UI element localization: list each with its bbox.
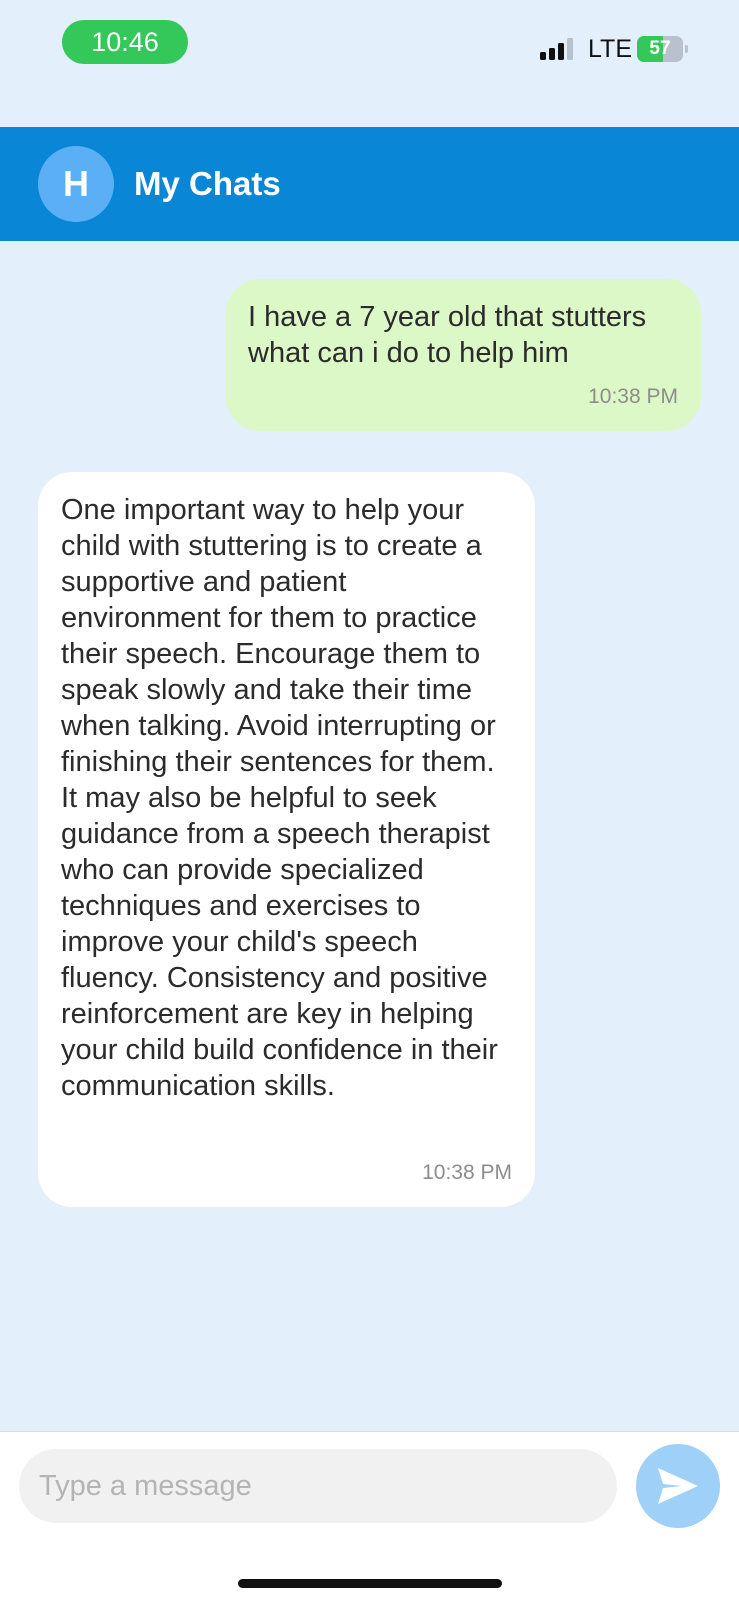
send-button[interactable] bbox=[636, 1444, 720, 1528]
status-bar: 10:46 LTE 57 bbox=[0, 0, 739, 126]
message-timestamp: 10:38 PM bbox=[422, 1161, 512, 1184]
user-message-bubble: I have a 7 year old that stutters what c… bbox=[226, 279, 701, 431]
bot-message-bubble: One important way to help your child wit… bbox=[38, 472, 535, 1207]
status-time[interactable]: 10:46 bbox=[62, 20, 188, 64]
chat-screen: 10:46 LTE 57 H My Chats I have a 7 year … bbox=[0, 0, 739, 1600]
network-label: LTE bbox=[588, 35, 632, 63]
message-list[interactable]: I have a 7 year old that stutters what c… bbox=[0, 241, 739, 1431]
page-title: My Chats bbox=[134, 165, 281, 202]
app-header: H My Chats bbox=[0, 127, 739, 241]
home-indicator[interactable] bbox=[238, 1579, 502, 1588]
message-text: One important way to help your child wit… bbox=[61, 494, 498, 1102]
avatar[interactable]: H bbox=[38, 146, 114, 222]
message-input[interactable] bbox=[19, 1449, 617, 1523]
message-text: I have a 7 year old that stutters what c… bbox=[248, 301, 647, 369]
message-timestamp: 10:38 PM bbox=[588, 385, 678, 408]
composer-bar bbox=[0, 1431, 739, 1600]
battery-icon: 57 bbox=[637, 36, 688, 62]
send-icon bbox=[658, 1468, 698, 1504]
battery-percent: 57 bbox=[649, 38, 671, 59]
signal-icon bbox=[540, 38, 578, 60]
